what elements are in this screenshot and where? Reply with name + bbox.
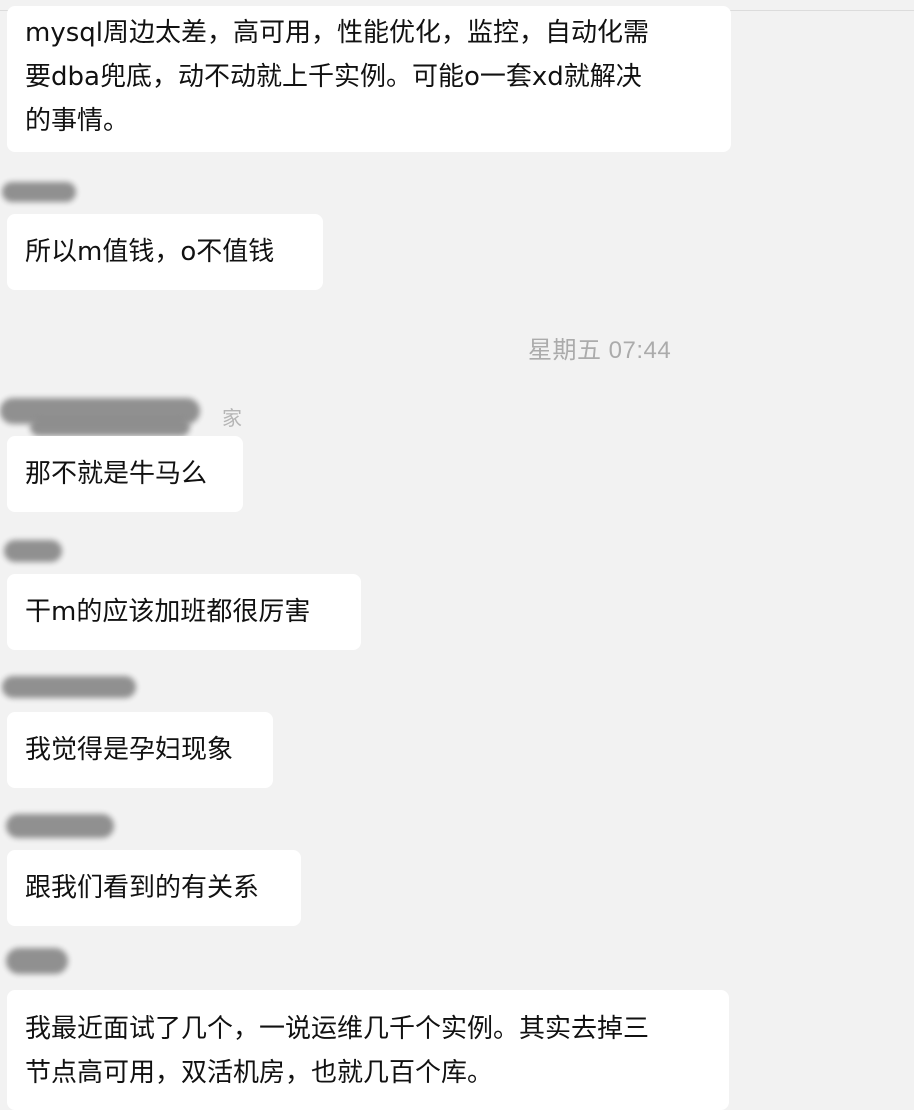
message-line: 我最近面试了几个，一说运维几千个实例。其实去掉三 <box>25 1014 650 1044</box>
message-bubble[interactable]: 我觉得是孕妇现象 <box>7 712 273 788</box>
message-line: 我觉得是孕妇现象 <box>25 735 234 765</box>
message-line: 要dba兜底，动不动就上千实例。可能o一套xd就解决 <box>25 62 642 92</box>
message-bubble[interactable]: 我最近面试了几个，一说运维几千个实例。其实去掉三 节点高可用，双活机房，也就几百… <box>7 990 729 1110</box>
message-line: 干m的应该加班都很厉害 <box>25 597 311 627</box>
message-bubble[interactable]: 干m的应该加班都很厉害 <box>7 574 361 650</box>
redacted-sender-name <box>2 676 136 698</box>
redacted-sender-name <box>6 948 68 974</box>
message-line: 的事情。 <box>25 106 130 136</box>
message-timestamp: 星期五 07:44 <box>528 337 672 364</box>
redacted-sender-name <box>4 540 62 562</box>
redacted-sender-name <box>2 182 76 202</box>
message-line: 那不就是牛马么 <box>25 459 208 489</box>
message-line: 所以m值钱，o不值钱 <box>25 237 275 267</box>
sender-name-fragment: 家 <box>222 406 242 430</box>
message-line: 跟我们看到的有关系 <box>25 873 260 903</box>
message-bubble[interactable]: mysql周边太差，高可用，性能优化，监控，自动化需 要dba兜底，动不动就上千… <box>7 6 731 152</box>
message-bubble[interactable]: 所以m值钱，o不值钱 <box>7 214 323 290</box>
redacted-sender-name <box>6 814 114 838</box>
message-bubble[interactable]: 那不就是牛马么 <box>7 436 243 512</box>
message-line: mysql周边太差，高可用，性能优化，监控，自动化需 <box>25 18 649 48</box>
message-line: 节点高可用，双活机房，也就几百个库。 <box>25 1058 494 1088</box>
redacted-sender-name <box>30 418 190 436</box>
message-bubble[interactable]: 跟我们看到的有关系 <box>7 850 301 926</box>
